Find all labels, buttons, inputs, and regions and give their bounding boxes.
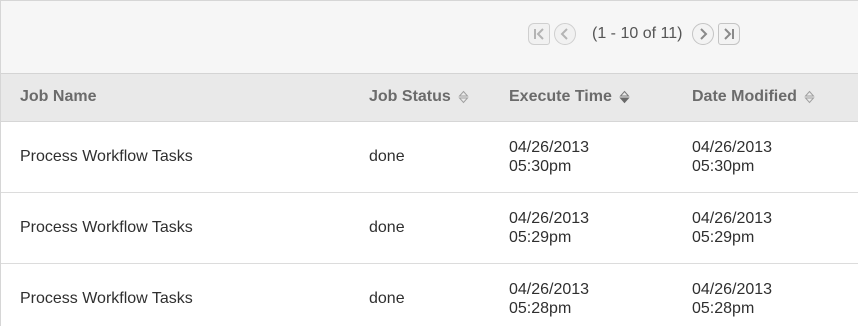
last-page-icon (724, 28, 735, 40)
column-header-job-status[interactable]: Job Status (369, 74, 509, 122)
modified-time: 05:29pm (692, 228, 755, 246)
column-header-execute-time[interactable]: Execute Time (509, 74, 692, 122)
execute-time-cell: 04/26/2013 05:30pm (509, 121, 692, 192)
modified-time: 05:28pm (692, 299, 755, 317)
jobs-list-panel: (1 - 10 of 11) Job Name Job Status Execu… (0, 0, 858, 326)
column-header-date-modified[interactable]: Date Modified (692, 74, 858, 122)
pagination-bar: (1 - 10 of 11) (1, 1, 858, 74)
sort-icon[interactable] (458, 90, 469, 104)
column-header-job-name: Job Name (1, 74, 369, 122)
first-page-icon (534, 28, 544, 40)
job-name-cell: Process Workflow Tasks (20, 148, 193, 165)
sort-icon[interactable] (619, 90, 630, 104)
pagination-info: (1 - 10 of 11) (592, 25, 683, 42)
execute-time-cell: 04/26/2013 05:28pm (509, 263, 692, 326)
execute-date: 04/26/2013 (509, 138, 590, 156)
job-status-cell: done (369, 290, 405, 307)
job-status-cell: done (369, 219, 405, 236)
first-page-button[interactable] (528, 23, 550, 45)
execute-time: 05:30pm (509, 157, 572, 175)
column-header-label: Job Name (20, 88, 97, 106)
previous-page-icon (560, 28, 568, 40)
job-status-cell: done (369, 148, 405, 165)
table-header-row: Job Name Job Status Execute Time Date Mo… (1, 74, 858, 122)
modified-date: 04/26/2013 (692, 138, 773, 156)
column-header-label: Execute Time (509, 88, 612, 106)
sort-icon[interactable] (804, 90, 815, 104)
execute-date: 04/26/2013 (509, 280, 590, 298)
modified-date: 04/26/2013 (692, 209, 773, 227)
execute-time: 05:29pm (509, 228, 572, 246)
table-row[interactable]: Process Workflow Tasks done 04/26/2013 0… (1, 263, 858, 326)
date-modified-cell: 04/26/2013 05:30pm (692, 121, 858, 192)
column-header-label: Job Status (369, 88, 451, 106)
date-modified-cell: 04/26/2013 05:28pm (692, 263, 858, 326)
execute-date: 04/26/2013 (509, 209, 590, 227)
job-name-cell: Process Workflow Tasks (20, 290, 193, 307)
execute-time: 05:28pm (509, 299, 572, 317)
previous-page-button[interactable] (554, 23, 576, 45)
date-modified-cell: 04/26/2013 05:29pm (692, 192, 858, 263)
execute-time-cell: 04/26/2013 05:29pm (509, 192, 692, 263)
modified-time: 05:30pm (692, 157, 755, 175)
table-row[interactable]: Process Workflow Tasks done 04/26/2013 0… (1, 121, 858, 192)
pagination-controls: (1 - 10 of 11) (528, 23, 741, 45)
job-name-cell: Process Workflow Tasks (20, 219, 193, 236)
next-page-icon (700, 28, 708, 40)
table-row[interactable]: Process Workflow Tasks done 04/26/2013 0… (1, 192, 858, 263)
column-header-label: Date Modified (692, 88, 797, 106)
modified-date: 04/26/2013 (692, 280, 773, 298)
last-page-button[interactable] (718, 23, 741, 45)
next-page-button[interactable] (692, 23, 715, 45)
jobs-table: Job Name Job Status Execute Time Date Mo… (1, 74, 858, 326)
